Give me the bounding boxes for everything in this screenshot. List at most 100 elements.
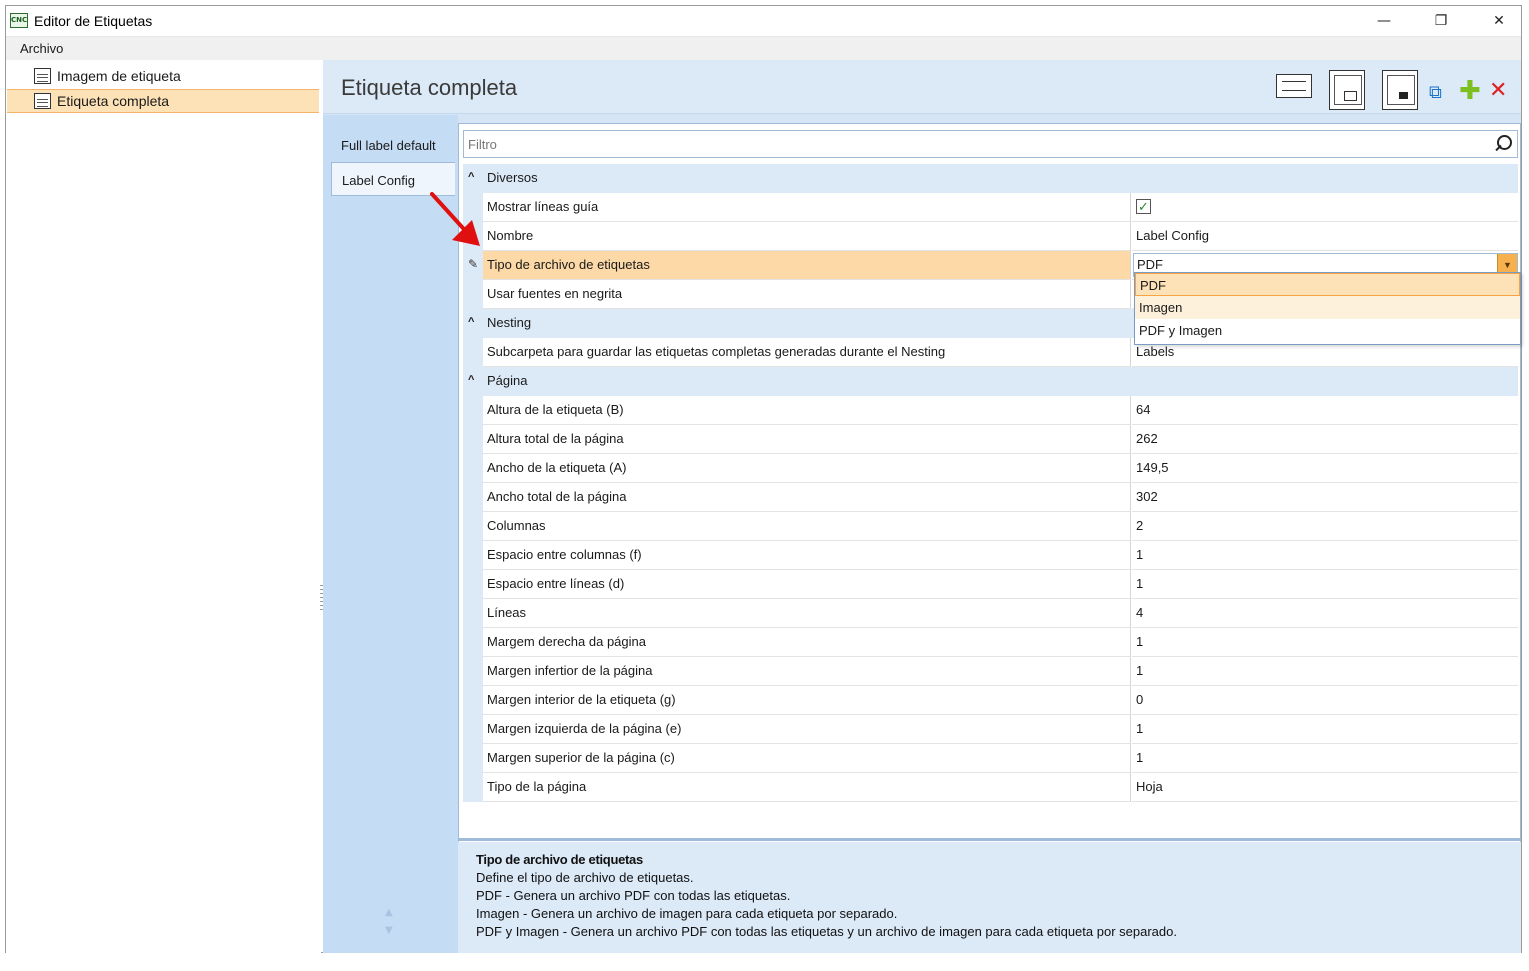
row-gutter [463, 425, 483, 454]
description-line: Imagen - Genera un archivo de imagen par… [476, 906, 898, 921]
collapse-icon[interactable]: ^ [468, 316, 474, 328]
property-name[interactable]: Subcarpeta para guardar las etiquetas co… [483, 338, 1131, 367]
description-line: Define el tipo de archivo de etiquetas. [476, 870, 694, 885]
image-label-icon[interactable] [1382, 70, 1418, 110]
dropdown-option-pdf-y-imagen[interactable]: PDF y Imagen [1135, 319, 1520, 342]
maximize-button[interactable]: ❐ [1418, 6, 1464, 36]
property-row[interactable]: Margen interior de la etiqueta (g) 0 [463, 686, 1518, 715]
file-type-dropdown[interactable]: PDF Imagen PDF y Imagen [1134, 272, 1521, 345]
dropdown-option-pdf[interactable]: PDF [1135, 273, 1520, 296]
property-name[interactable]: Ancho de la etiqueta (A) [483, 454, 1131, 483]
row-gutter [463, 628, 483, 657]
tree-item-label: Imagem de etiqueta [57, 68, 181, 84]
property-value[interactable]: 1 [1132, 570, 1518, 599]
property-row[interactable]: Ancho total de la página 302 [463, 483, 1518, 512]
property-value[interactable]: 1 [1132, 657, 1518, 686]
annotation-arrow-icon [430, 192, 480, 246]
show-guides-checkbox[interactable]: ✓ [1136, 199, 1151, 214]
title-bar: CNC Editor de Etiquetas — ❐ ✕ [6, 6, 1521, 36]
row-gutter [463, 454, 483, 483]
property-row[interactable]: Ancho de la etiqueta (A) 149,5 [463, 454, 1518, 483]
category-label: Nesting [487, 315, 532, 330]
description-panel: Tipo de archivo de etiquetas Define el t… [458, 842, 1521, 953]
property-value[interactable]: 262 [1132, 425, 1518, 454]
row-gutter [463, 483, 483, 512]
property-name[interactable]: Margem derecha da página [483, 628, 1131, 657]
property-row[interactable]: Mostrar líneas guía ✓ [463, 193, 1518, 222]
property-row[interactable]: Líneas 4 [463, 599, 1518, 628]
property-value[interactable]: Hoja [1132, 773, 1518, 802]
property-value[interactable]: 1 [1132, 628, 1518, 657]
property-name[interactable]: Mostrar líneas guía [483, 193, 1131, 222]
property-value[interactable]: 64 [1132, 396, 1518, 425]
full-label-icon[interactable] [1329, 70, 1365, 110]
search-icon[interactable] [1493, 135, 1512, 153]
property-name[interactable]: Margen izquierda de la página (e) [483, 715, 1131, 744]
property-row[interactable]: Margen izquierda de la página (e) 1 [463, 715, 1518, 744]
collapse-icon[interactable]: ^ [468, 374, 474, 386]
property-row[interactable]: Margem derecha da página 1 [463, 628, 1518, 657]
dropdown-option-imagen[interactable]: Imagen [1135, 296, 1520, 319]
property-name[interactable]: Ancho total de la página [483, 483, 1131, 512]
tree-item-imagem-de-etiqueta[interactable]: Imagem de etiqueta [7, 65, 319, 89]
tree-item-etiqueta-completa[interactable]: Etiqueta completa [7, 89, 319, 113]
property-name[interactable]: Tipo de archivo de etiquetas [483, 251, 1131, 280]
property-row[interactable]: Columnas 2 [463, 512, 1518, 541]
property-name[interactable]: Tipo de la página [483, 773, 1131, 802]
property-name[interactable]: Margen interior de la etiqueta (g) [483, 686, 1131, 715]
property-value[interactable]: 2 [1132, 512, 1518, 541]
property-row[interactable]: Altura total de la página 262 [463, 425, 1518, 454]
page-title: Etiqueta completa [341, 75, 518, 100]
copy-icon[interactable]: ⧉ [1429, 83, 1449, 103]
filter-field[interactable] [463, 130, 1518, 158]
add-icon[interactable]: ✚ [1459, 78, 1485, 104]
property-name[interactable]: Margen superior de la página (c) [483, 744, 1131, 773]
row-gutter [463, 744, 483, 773]
delete-icon[interactable]: ✕ [1489, 79, 1513, 103]
property-name[interactable]: Margen infertior de la página [483, 657, 1131, 686]
tab-full-label-default[interactable]: Full label default [331, 128, 455, 162]
property-row[interactable]: Espacio entre líneas (d) 1 [463, 570, 1518, 599]
collapse-icon[interactable]: ^ [468, 171, 474, 183]
property-name[interactable]: Espacio entre columnas (f) [483, 541, 1131, 570]
edit-pencil-icon: ✎ [468, 257, 479, 271]
property-name[interactable]: Líneas [483, 599, 1131, 628]
property-row[interactable]: Margen superior de la página (c) 1 [463, 744, 1518, 773]
close-button[interactable]: ✕ [1476, 6, 1522, 36]
property-row[interactable]: Espacio entre columnas (f) 1 [463, 541, 1518, 570]
property-name[interactable]: Columnas [483, 512, 1131, 541]
property-name[interactable]: Espacio entre líneas (d) [483, 570, 1131, 599]
editor-header: Etiqueta completa ⧉ ✚ ✕ [323, 60, 1521, 114]
property-value[interactable]: Label Config [1132, 222, 1518, 251]
category-label: Diversos [487, 170, 538, 185]
property-value[interactable]: 302 [1132, 483, 1518, 512]
description-line: PDF y Imagen - Genera un archivo PDF con… [476, 924, 1177, 939]
property-value[interactable]: 149,5 [1132, 454, 1518, 483]
description-splitter[interactable] [458, 838, 1521, 841]
category-row[interactable]: ^ Página [463, 367, 1518, 396]
property-value[interactable]: 1 [1132, 715, 1518, 744]
property-value[interactable]: 1 [1132, 541, 1518, 570]
property-name[interactable]: Altura total de la página [483, 425, 1131, 454]
label-layout-icon[interactable] [1276, 74, 1312, 98]
app-logo-icon: CNC [10, 13, 28, 28]
property-value[interactable]: 0 [1132, 686, 1518, 715]
property-value[interactable]: 4 [1132, 599, 1518, 628]
property-name[interactable]: Nombre [483, 222, 1131, 251]
property-row[interactable]: Margen infertior de la página 1 [463, 657, 1518, 686]
property-name[interactable]: Altura de la etiqueta (B) [483, 396, 1131, 425]
row-gutter [463, 686, 483, 715]
property-value[interactable]: ✓ [1132, 193, 1518, 222]
row-gutter [463, 715, 483, 744]
property-row[interactable]: Altura de la etiqueta (B) 64 [463, 396, 1518, 425]
scroll-up-icon[interactable]: ▲ [385, 907, 393, 919]
minimize-button[interactable]: — [1361, 6, 1407, 36]
filter-input[interactable] [468, 134, 1468, 154]
property-name[interactable]: Usar fuentes en negrita [483, 280, 1131, 309]
property-row[interactable]: Nombre Label Config [463, 222, 1518, 251]
property-row[interactable]: Tipo de la página Hoja [463, 773, 1518, 802]
menu-archivo[interactable]: Archivo [20, 41, 63, 56]
scroll-down-icon[interactable]: ▼ [385, 925, 393, 937]
property-value[interactable]: 1 [1132, 744, 1518, 773]
category-row[interactable]: ^ Diversos [463, 164, 1518, 193]
